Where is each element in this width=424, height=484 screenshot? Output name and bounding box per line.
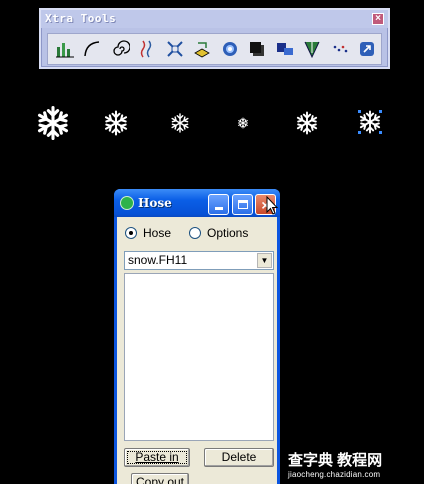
radio-hose-label: Hose xyxy=(143,226,172,240)
hose-select-value: snow.FH11 xyxy=(128,253,188,267)
snowflake-tiny xyxy=(238,117,248,129)
3d-rotation-icon[interactable] xyxy=(189,36,217,62)
hose-select[interactable]: snow.FH11 ▼ xyxy=(124,251,274,270)
close-icon[interactable]: × xyxy=(372,13,384,25)
graphic-hose-icon[interactable] xyxy=(134,36,162,62)
snowflake-medium-2 xyxy=(297,111,317,135)
redraw-path-icon[interactable] xyxy=(354,36,382,62)
watermark-text: 查字典 教程网 xyxy=(288,452,383,469)
fisheye-tool-icon[interactable] xyxy=(161,36,189,62)
xtra-tools-toolbar xyxy=(47,33,382,65)
hose-panel: Hose × Hose Options snow.FH11 ▼ Paste in… xyxy=(114,189,280,484)
xtra-tools-title: Xtra Tools xyxy=(41,10,388,28)
hose-app-icon xyxy=(120,196,134,210)
radio-options-label: Options xyxy=(207,226,249,240)
radio-hose-dot[interactable] xyxy=(125,227,137,239)
radio-options[interactable]: Options xyxy=(189,226,248,240)
minimize-icon xyxy=(214,207,223,210)
paste-in-button[interactable]: Paste in xyxy=(124,448,190,467)
mouse-cursor-icon xyxy=(266,196,278,215)
xtra-tools-panel: Xtra Tools × xyxy=(39,8,390,69)
dropdown-arrow-icon[interactable]: ▼ xyxy=(257,253,272,268)
radio-options-dot[interactable] xyxy=(189,227,201,239)
snowflake-selected xyxy=(360,110,380,134)
bend-tool-icon[interactable] xyxy=(326,36,354,62)
copy-out-button[interactable]: Copy out xyxy=(131,473,189,484)
maximize-button[interactable] xyxy=(232,194,253,215)
minimize-button[interactable] xyxy=(208,194,229,215)
watermark: 查字典 教程网 jiaocheng.chazidian.com xyxy=(288,449,422,482)
hose-titlebar[interactable]: Hose × xyxy=(114,189,280,217)
shadow-tool-icon[interactable] xyxy=(244,36,272,62)
watermark-url: jiaocheng.chazidian.com xyxy=(288,470,381,479)
smudge-tool-icon[interactable] xyxy=(216,36,244,62)
spiral-tool-icon[interactable] xyxy=(106,36,134,62)
snowflake-medium xyxy=(105,110,127,136)
delete-button[interactable]: Delete xyxy=(204,448,274,467)
selection-handles xyxy=(358,110,382,134)
snowflake-large xyxy=(38,106,68,140)
roughen-tool-icon[interactable] xyxy=(299,36,327,62)
hose-title: Hose xyxy=(138,196,172,210)
mode-radio-group: Hose Options xyxy=(123,226,271,242)
hose-preview-list[interactable] xyxy=(124,273,274,441)
trace-tool-icon[interactable] xyxy=(271,36,299,62)
arc-tool-icon[interactable] xyxy=(79,36,107,62)
maximize-icon xyxy=(237,200,248,209)
radio-hose[interactable]: Hose xyxy=(125,226,171,240)
snowflake-small xyxy=(171,113,189,133)
chart-tool-icon[interactable] xyxy=(51,36,79,62)
